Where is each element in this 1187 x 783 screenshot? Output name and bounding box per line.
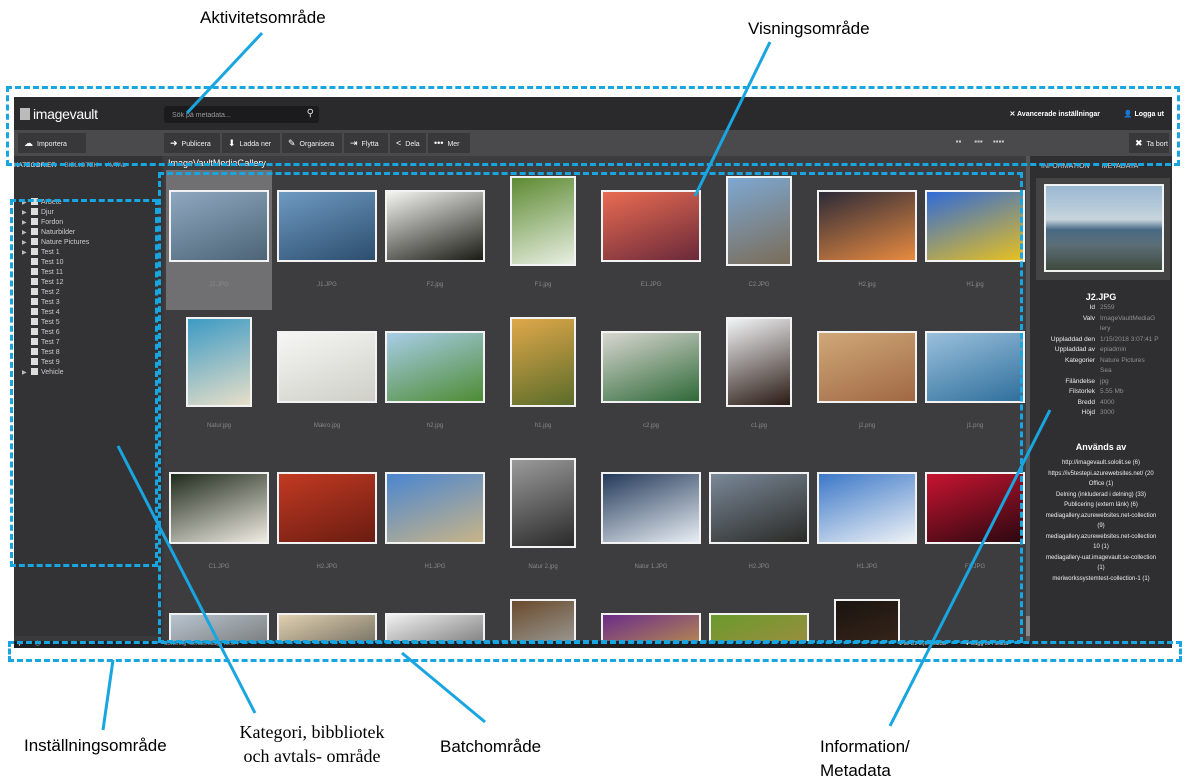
activity-region-outline (6, 86, 1180, 166)
metadata-value: 3000 (1100, 409, 1115, 416)
label-category-area: Kategori, bibbliotek och avtals- område (226, 720, 398, 768)
metadata-value: jpg (1100, 377, 1109, 385)
preview-image (1044, 184, 1164, 272)
pointer-batch (401, 651, 486, 724)
category-region-outline (10, 199, 158, 567)
metadata-value: ImageVaultMediaG (1100, 314, 1156, 322)
used-by-item[interactable]: Delning (inkluderad i delning) (33) (1030, 490, 1172, 501)
metadata-value: epiadmin (1100, 346, 1127, 353)
label-activity-area: Aktivitetsområde (200, 8, 326, 27)
metadata-value: Nature Pictures (1100, 356, 1145, 364)
label-info-line1: Information/ (820, 737, 910, 756)
used-by-item[interactable]: https://iv5testepi.azurewebsites.net/ (2… (1030, 469, 1172, 480)
metadata-row: Uppladdad den 1/15/2018 3:07:41 P (1030, 336, 1172, 347)
label-batch-area: Batchområde (440, 737, 542, 756)
used-by-item[interactable]: mediagallery.azurewebsites.net-collectio… (1030, 532, 1172, 543)
file-name: J2.JPG (1085, 292, 1117, 302)
metadata-row: Id 2559 (1030, 304, 1172, 315)
used-by-heading: Används av (1075, 442, 1127, 452)
metadata-value: lery (1100, 325, 1111, 332)
metadata-row: Filstorlek 5.55 Mb (1030, 388, 1172, 399)
metadata-key: Id (1089, 304, 1095, 311)
label-category-line2: och avtals- område (243, 746, 381, 766)
metadata-list: Id 2559 Valv ImageVaultMediaG lery Uppladdad … (1030, 304, 1172, 420)
used-by-list: http://imagevault.sololit.se (6) https://… (1030, 458, 1172, 584)
info-panel: INFORMATION METADATA J2.JPG Id 2559 Valv Im… (1030, 156, 1172, 648)
metadata-row: lery (1030, 325, 1172, 336)
metadata-value: 2559 (1100, 304, 1115, 311)
metadata-row: Valv ImageVaultMediaG (1030, 315, 1172, 326)
metadata-row: Bredd 4000 (1030, 399, 1172, 410)
label-settings-area: Inställningsområde (24, 736, 167, 755)
label-category-line1: Kategori, bibbliotek (239, 722, 385, 742)
used-by-item[interactable]: http://imagevault.sololit.se (6) (1030, 458, 1172, 469)
used-by-item[interactable]: mediagallery-uat.imagevault.se-collectio… (1030, 553, 1172, 564)
metadata-value: Sea (1100, 367, 1112, 374)
batch-region-outline (8, 641, 1182, 662)
pointer-settings (101, 659, 115, 731)
metadata-row: Kategorier Nature Pictures (1030, 357, 1172, 368)
label-info-line2: Metadata (820, 761, 891, 780)
metadata-row: Filändelse jpg (1030, 378, 1172, 389)
used-by-item[interactable]: (1) (1030, 563, 1172, 574)
label-info-area: Information/ Metadata (820, 735, 910, 783)
metadata-key: Uppladdad av (1054, 346, 1095, 353)
used-by-item[interactable]: Office (1) (1030, 479, 1172, 490)
metadata-key: Kategorier (1065, 356, 1095, 364)
metadata-key: Filändelse (1065, 377, 1095, 385)
label-display-area: Visningsområde (748, 19, 870, 38)
metadata-value: 5.55 Mb (1100, 388, 1124, 395)
used-by-item[interactable]: mediagallery.azurewebsites.net-collectio… (1030, 511, 1172, 522)
metadata-key: Uppladdad den (1050, 335, 1095, 343)
display-region-outline (158, 172, 1023, 643)
metadata-key: Filstorlek (1068, 388, 1095, 395)
metadata-row: Uppladdad av epiadmin (1030, 346, 1172, 357)
metadata-key: Valv (1082, 314, 1095, 322)
used-by-item[interactable]: (9) (1030, 521, 1172, 532)
used-by-item[interactable]: Publicering (extern länk) (6) (1030, 500, 1172, 511)
metadata-key: Höjd (1081, 409, 1095, 416)
metadata-value: 4000 (1100, 398, 1115, 406)
metadata-row: Sea (1030, 367, 1172, 378)
metadata-key: Bredd (1077, 398, 1095, 406)
metadata-value: 1/15/2018 3:07:41 P (1100, 335, 1159, 343)
used-by-item[interactable]: meriworkssystemtest-collection-1 (1) (1030, 574, 1172, 585)
metadata-row: Höjd 3000 (1030, 409, 1172, 420)
used-by-item[interactable]: 10 (1) (1030, 542, 1172, 553)
